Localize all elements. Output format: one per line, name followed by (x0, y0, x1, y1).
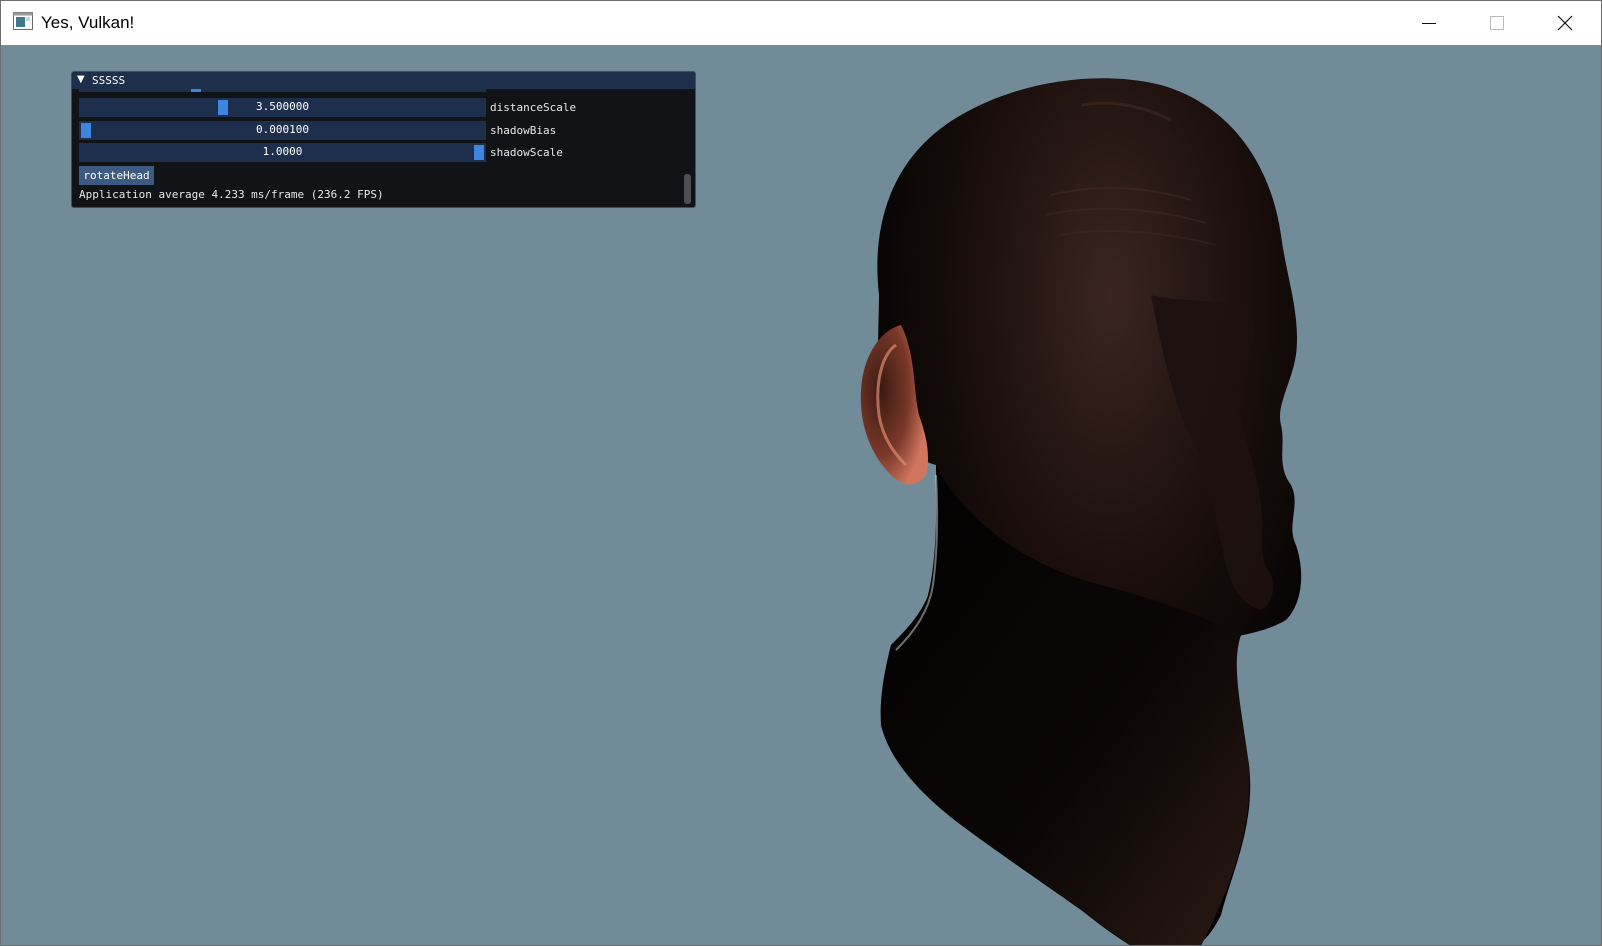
slider-value: 0.000100 (256, 123, 309, 136)
maximize-icon (1490, 16, 1504, 30)
app-window: Yes, Vulkan! ▼ SSSSS 3.500000 distanceSc… (0, 0, 1602, 946)
slider-value: 3.500000 (256, 100, 309, 113)
panel-header[interactable]: ▼ SSSSS (72, 72, 695, 89)
maximize-button[interactable] (1463, 1, 1531, 45)
close-icon (1557, 15, 1573, 31)
window-title: Yes, Vulkan! (41, 13, 135, 32)
slider-label-distance-scale: distanceScale (490, 101, 577, 114)
minimize-icon (1422, 23, 1436, 24)
minimize-button[interactable] (1395, 1, 1463, 45)
slider-label-shadow-scale: shadowScale (490, 146, 563, 159)
close-button[interactable] (1531, 1, 1599, 45)
scrollbar-thumb[interactable] (684, 174, 691, 204)
slider-value: 1.0000 (262, 145, 303, 158)
slider-label-shadow-bias: shadowBias (490, 124, 557, 137)
slider-shadow-bias[interactable]: 0.000100 (79, 121, 486, 140)
triangle-down-icon[interactable]: ▼ (77, 74, 85, 85)
clipped-slider[interactable] (79, 89, 486, 92)
panel-scrollbar[interactable] (681, 90, 694, 206)
vulkan-window-icon (13, 12, 33, 30)
clipped-slider-grab[interactable] (191, 89, 201, 92)
rotate-head-button[interactable]: rotateHead (79, 166, 154, 185)
slider-shadow-scale[interactable]: 1.0000 (79, 143, 486, 162)
slider-distance-scale[interactable]: 3.500000 (79, 98, 486, 117)
panel-title: SSSSS (92, 74, 126, 87)
fps-status-text: Application average 4.233 ms/frame (236.… (79, 188, 384, 201)
imgui-panel[interactable]: ▼ SSSSS 3.500000 distanceScale 0.000100 … (71, 71, 696, 208)
render-viewport[interactable]: ▼ SSSSS 3.500000 distanceScale 0.000100 … (1, 45, 1601, 945)
title-bar[interactable]: Yes, Vulkan! (1, 1, 1601, 45)
